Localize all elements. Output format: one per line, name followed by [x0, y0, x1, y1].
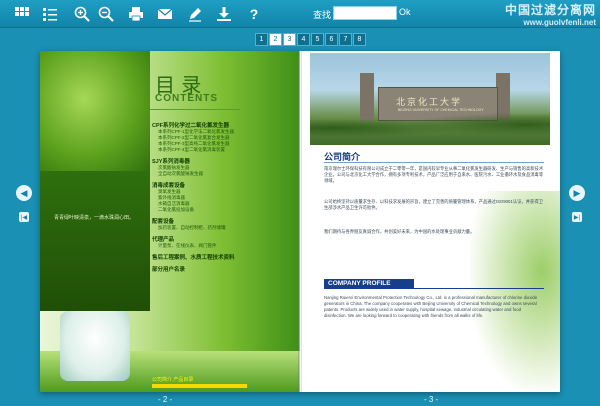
profile-title: COMPANY PROFILE: [324, 279, 414, 289]
zoom-in-icon[interactable]: [72, 4, 92, 24]
gate-title: 北京化工大学: [396, 98, 463, 108]
download-icon[interactable]: [214, 4, 234, 24]
edit-icon[interactable]: [185, 4, 205, 24]
intro-paragraph: 我们期待与各界朋友真诚合作，共创美好未来，为中国的水处理事业贡献力量。: [324, 229, 475, 234]
page-pager: 1 2 3 4 5 6 7 8: [255, 33, 366, 47]
leaf-shadow: [40, 171, 150, 311]
leaf-decoration: [470, 191, 560, 391]
profile-paragraph: Nanjing Ruierxi Environmental Protection…: [324, 295, 538, 318]
toc-list: CPF系列化学过二氧化氯发生器 本系列CPF-1型化学法二氧化氯发生器 本系列C…: [152, 117, 292, 273]
leaf-image: [40, 51, 150, 171]
prev-page-arrow-icon[interactable]: ◀: [16, 185, 32, 201]
help-icon[interactable]: ?: [244, 4, 264, 24]
toc-section[interactable]: 消毒成套设备: [152, 181, 292, 189]
page-button[interactable]: 2: [269, 33, 282, 46]
page-number-right: - 3 -: [424, 395, 439, 404]
search-ok-button[interactable]: Ok: [399, 7, 411, 17]
water-glass-image: [60, 311, 130, 381]
toc-item[interactable]: 二氧化氯投加设备: [152, 207, 292, 213]
profile-divider: [414, 288, 544, 289]
intro-paragraph: 南京瑞尔士环保科技有限公司成立于二零零一年，是国内较早专业从事二氧化氯发生器研发…: [324, 166, 544, 183]
page-button[interactable]: 8: [353, 33, 366, 46]
toc-subtitle: CONTENTS: [155, 93, 218, 104]
toc-section[interactable]: 部分用户名录: [152, 265, 292, 273]
book-spine: [298, 51, 302, 392]
email-icon[interactable]: [155, 4, 175, 24]
left-footer-text: 公司简介 产品目录: [152, 377, 194, 383]
left-page[interactable]: 青青绿叶映清泉，一滴水珠润心田。 目 录 CONTENTS CPF系列化学过二氧…: [40, 51, 300, 392]
toc-item[interactable]: 本系列CPF-4型二氧化氯消毒装置: [152, 147, 292, 153]
list-icon[interactable]: [40, 4, 60, 24]
intro-paragraph: 公司始终坚持以质量求生存、以科技求发展的宗旨，建立了完善的质量管理体系，产品通过…: [324, 199, 543, 210]
toolbar: ? 查找 Ok 中国过滤分离网 www.guolvfenli.net: [0, 0, 600, 28]
toc-item[interactable]: 加药装置、自动控制柜、药剂储罐: [152, 225, 292, 231]
print-icon[interactable]: [126, 4, 146, 24]
watermark-url: www.guolvfenli.net: [523, 18, 596, 27]
site-watermark: 中国过滤分离网 www.guolvfenli.net: [505, 1, 596, 27]
search-input[interactable]: [333, 6, 397, 20]
trees: [310, 111, 550, 145]
toc-section[interactable]: 配套设备: [152, 217, 292, 225]
page-button[interactable]: 3: [283, 33, 296, 46]
left-poem: 青青绿叶映清泉，一滴水珠润心田。: [54, 215, 135, 221]
page-button[interactable]: 1: [255, 33, 268, 46]
left-footer-bar: [152, 384, 247, 388]
section-divider: [324, 162, 544, 163]
watermark-title: 中国过滤分离网: [504, 3, 596, 17]
search-label: 查找: [313, 10, 332, 20]
zoom-out-icon[interactable]: [96, 4, 116, 24]
page-button[interactable]: 4: [297, 33, 310, 46]
flipbook: 青青绿叶映清泉，一滴水珠润心田。 目 录 CONTENTS CPF系列化学过二氧…: [40, 51, 560, 392]
toc-divider: [150, 109, 240, 110]
thumbnails-icon[interactable]: [12, 4, 32, 24]
page-button[interactable]: 5: [311, 33, 324, 46]
toc-item[interactable]: 全自动次氯酸钠发生器: [152, 171, 292, 177]
toc-item[interactable]: 计量泵、在线仪表、阀门管件: [152, 243, 292, 249]
toc-section[interactable]: SJY系列消毒器: [152, 157, 292, 165]
last-page-icon[interactable]: ▶|: [572, 212, 582, 222]
toc-section[interactable]: 售后工程案例、水质工程技术资料: [152, 253, 292, 261]
right-page[interactable]: 北京化工大学 BEIJING UNIVERSITY OF CHEMICAL TE…: [300, 51, 560, 392]
page-button[interactable]: 6: [325, 33, 338, 46]
toc-section[interactable]: 代理产品: [152, 235, 292, 243]
toc-section[interactable]: CPF系列化学过二氧化氯发生器: [152, 121, 292, 129]
first-page-icon[interactable]: |◀: [19, 212, 29, 222]
page-button[interactable]: 7: [339, 33, 352, 46]
next-page-arrow-icon[interactable]: ▶: [569, 185, 585, 201]
page-number-left: - 2 -: [158, 395, 173, 404]
